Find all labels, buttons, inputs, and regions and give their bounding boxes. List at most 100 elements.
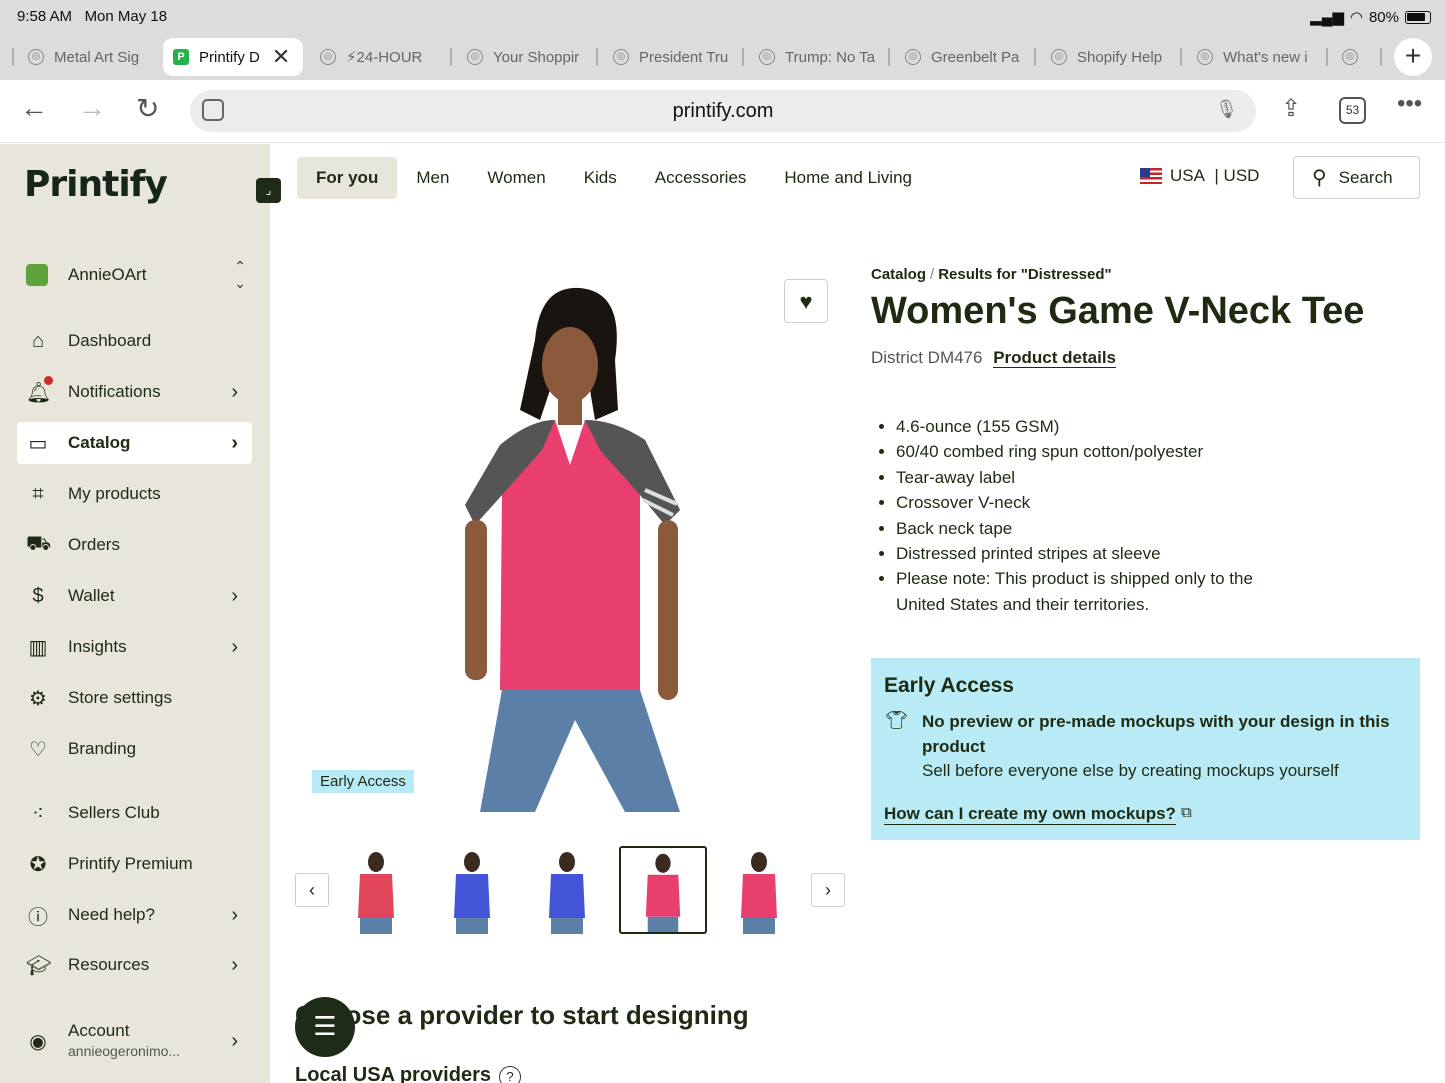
product-details-link[interactable]: Product details: [993, 348, 1117, 368]
share-icon[interactable]: ⇪: [1281, 94, 1301, 123]
tab-trump[interactable]: ◎ Trump: No Ta: [759, 38, 879, 76]
product-title: Women's Game V-Neck Tee: [871, 290, 1365, 332]
tab-separator: [450, 48, 452, 66]
notification-dot: [44, 376, 53, 385]
tab-label: Printify D: [199, 48, 260, 66]
battery-percent: 80%: [1368, 8, 1399, 26]
printify-logo[interactable]: Printify: [24, 164, 168, 205]
tab-home-living[interactable]: Home and Living: [765, 157, 931, 199]
region-selector[interactable]: USA | USD: [1140, 166, 1259, 186]
feature-item: Please note: This product is shipped onl…: [896, 566, 1276, 617]
thumb-head: [464, 852, 480, 872]
question-icon: ⓘ: [28, 906, 48, 929]
thumbnail-5[interactable]: [715, 846, 803, 934]
address-bar[interactable]: printify.com 🎙: [190, 90, 1256, 132]
tab-overflow[interactable]: ◎: [1342, 38, 1366, 76]
help-icon[interactable]: ?: [498, 1066, 521, 1083]
thumb-head: [655, 853, 671, 873]
new-tab-button[interactable]: +: [1394, 38, 1432, 76]
sidebar-item-notifications[interactable]: 🔔︎ Notifications ›: [17, 371, 252, 413]
tab-label: Shopify Help: [1077, 48, 1163, 66]
tab-president[interactable]: ◎ President Tru: [613, 38, 733, 76]
chat-button[interactable]: ☰: [295, 997, 355, 1057]
thumbnail-3[interactable]: [523, 846, 611, 934]
early-access-heading: Early Access: [884, 674, 1014, 697]
chevron-right-icon: ›: [231, 431, 238, 454]
sidebar-item-need-help[interactable]: ⓘ Need help? ›: [17, 894, 252, 936]
thumbnail-4-selected[interactable]: [619, 846, 707, 934]
category-nav: For you Men Women Kids Accessories Home …: [297, 157, 931, 199]
collapse-sidebar-button[interactable]: ⌟: [256, 178, 281, 203]
badge-icon: ✪: [29, 853, 47, 876]
early-access-panel: Early Access 👕︎ No preview or pre-made m…: [871, 658, 1420, 840]
currency-label: | USD: [1214, 166, 1260, 185]
tab-greenbelt[interactable]: ◎ Greenbelt Pa: [905, 38, 1025, 76]
tab-printify[interactable]: P Printify D ✕: [163, 38, 303, 76]
tab-metal-art[interactable]: ◎ Metal Art Sig: [28, 38, 150, 76]
reload-icon[interactable]: ↻: [136, 92, 159, 125]
sidebar-item-premium[interactable]: ✪ Printify Premium: [17, 843, 252, 885]
provider-heading: Choose a provider to start designing: [295, 1000, 749, 1030]
breadcrumb-results[interactable]: Results for "Distressed": [938, 266, 1111, 283]
left-arm-shape: [465, 520, 487, 680]
globe-icon: ◎: [1197, 49, 1213, 65]
tab-whats-new[interactable]: ◎ What's new i: [1197, 38, 1317, 76]
sidebar-item-wallet[interactable]: $ Wallet ›: [17, 575, 252, 617]
sidebar-item-branding[interactable]: ♡ Branding: [17, 728, 252, 770]
thumb-head: [559, 852, 575, 872]
tab-label: What's new i: [1223, 48, 1308, 66]
sidebar-item-catalog[interactable]: ▭ Catalog ›: [17, 422, 252, 464]
tab-label: Greenbelt Pa: [931, 48, 1020, 66]
microphone-icon[interactable]: 🎙: [1215, 99, 1238, 120]
chevron-right-icon: ›: [231, 584, 238, 607]
feature-item: Distressed printed stripes at sleeve: [896, 541, 1276, 566]
tab-count-button[interactable]: 53: [1339, 97, 1366, 124]
sidebar-item-label: My products: [68, 484, 161, 503]
forward-icon[interactable]: →: [78, 92, 106, 124]
tab-for-you[interactable]: For you: [297, 157, 398, 199]
tab-men[interactable]: Men: [397, 157, 468, 199]
product-main-image[interactable]: [440, 280, 700, 812]
printify-favicon: P: [173, 49, 189, 65]
sidebar-item-resources[interactable]: 🎓︎ Resources ›: [17, 944, 252, 986]
store-switcher[interactable]: AnnieOArt ⌃ ⌄: [26, 258, 246, 291]
thumbnail-prev-button[interactable]: ‹: [295, 873, 329, 907]
sidebar-item-my-products[interactable]: ⌗ My products: [17, 473, 252, 515]
home-icon: ⌂: [31, 329, 45, 352]
tab-women[interactable]: Women: [468, 157, 564, 199]
sidebar-item-label: Resources: [68, 955, 150, 974]
tag-icon: ⌗: [32, 482, 44, 505]
favorite-button[interactable]: ♥: [784, 279, 828, 323]
close-tab-icon[interactable]: ✕: [272, 44, 290, 70]
sidebar-item-account[interactable]: ◉ Account annieogeronimo... ›: [17, 1016, 252, 1066]
shopify-icon: [26, 264, 48, 286]
back-icon[interactable]: ←: [20, 92, 48, 124]
sidebar-item-orders[interactable]: ⛟ Orders: [17, 524, 252, 566]
tab-accessories[interactable]: Accessories: [636, 157, 766, 199]
sidebar-item-sellers-club[interactable]: ⁖ Sellers Club: [17, 792, 252, 834]
tab-strip: ◎ Metal Art Sig P Printify D ✕ ◎ ⚡24-HOUR ◎ Y…: [0, 38, 1445, 78]
tab-separator: [596, 48, 598, 66]
create-mockups-link[interactable]: How can I create my own mockups?: [884, 804, 1176, 825]
no-mockup-shirt-icon: 👕︎: [885, 710, 908, 730]
heart-icon: ♥: [799, 289, 813, 314]
thumbnail-1[interactable]: [332, 846, 420, 934]
tab-24-hour[interactable]: ◎ ⚡24-HOUR: [320, 38, 442, 76]
more-options-icon[interactable]: •••: [1397, 90, 1422, 118]
face-shape: [542, 327, 598, 403]
right-arm-shape: [658, 520, 678, 700]
sidebar-item-dashboard[interactable]: ⌂ Dashboard: [17, 320, 252, 362]
thumb-head: [751, 852, 767, 872]
thumbnail-next-button[interactable]: ›: [811, 873, 845, 907]
thumb-shirt: [454, 874, 490, 918]
search-button[interactable]: ⚲ Search: [1293, 156, 1420, 199]
globe-icon: ◎: [613, 49, 629, 65]
thumbnail-2[interactable]: [428, 846, 516, 934]
tab-kids[interactable]: Kids: [565, 157, 636, 199]
breadcrumb-catalog[interactable]: Catalog: [871, 266, 926, 283]
tab-shopping[interactable]: ◎ Your Shoppir: [467, 38, 587, 76]
tab-label: President Tru: [639, 48, 729, 66]
tab-shopify-help[interactable]: ◎ Shopify Help: [1051, 38, 1171, 76]
sidebar-item-insights[interactable]: ▥ Insights ›: [17, 626, 252, 668]
sidebar-item-store-settings[interactable]: ⚙ Store settings: [17, 677, 252, 719]
